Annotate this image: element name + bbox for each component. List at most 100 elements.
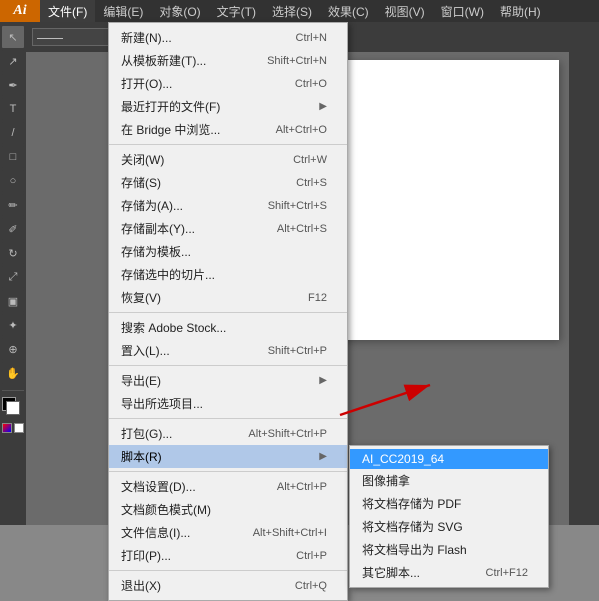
- menu-item-place[interactable]: 置入(L)... Shift+Ctrl+P: [109, 339, 347, 362]
- menu-item-package-label: 打包(G)...: [121, 425, 172, 442]
- tool-hand[interactable]: ✋: [2, 362, 24, 384]
- menu-item-save-copy-label: 存储副本(Y)...: [121, 220, 195, 237]
- menu-item-close[interactable]: 关闭(W) Ctrl+W: [109, 148, 347, 171]
- menu-item-save-shortcut: Ctrl+S: [296, 177, 327, 189]
- menu-item-save-copy-shortcut: Alt+Ctrl+S: [277, 223, 327, 235]
- menu-file[interactable]: 文件(F): [40, 0, 95, 22]
- menu-item-bridge-shortcut: Alt+Ctrl+O: [276, 124, 327, 136]
- menu-sep-1: [109, 144, 347, 145]
- submenu-item-export-flash-label: 将文档导出为 Flash: [362, 541, 467, 558]
- tool-gradient[interactable]: ▣: [2, 290, 24, 312]
- submenu-item-save-svg[interactable]: 将文档存储为 SVG: [350, 515, 548, 538]
- menu-item-revert-shortcut: F12: [308, 292, 327, 304]
- tool-line[interactable]: /: [2, 122, 24, 144]
- menu-item-save-label: 存储(S): [121, 174, 161, 191]
- tool-select[interactable]: ↖: [2, 26, 24, 48]
- menu-item-package[interactable]: 打包(G)... Alt+Shift+Ctrl+P: [109, 422, 347, 445]
- tool-zoom[interactable]: ⊕: [2, 338, 24, 360]
- tool-eyedropper[interactable]: ✦: [2, 314, 24, 336]
- menu-sep-4: [109, 418, 347, 419]
- menu-item-exit-label: 退出(X): [121, 577, 161, 594]
- right-panel: [569, 22, 599, 525]
- menu-item-export-selected[interactable]: 导出所选项目...: [109, 392, 347, 415]
- menu-help[interactable]: 帮助(H): [492, 0, 549, 22]
- menu-item-doc-settings[interactable]: 文档设置(D)... Alt+Ctrl+P: [109, 475, 347, 498]
- color-icon[interactable]: [2, 423, 12, 433]
- menu-item-recent-label: 最近打开的文件(F): [121, 98, 220, 115]
- tool-rotate[interactable]: ↻: [2, 242, 24, 264]
- menu-sep-2: [109, 312, 347, 313]
- tool-ellipse[interactable]: ○: [2, 170, 24, 192]
- tool-pencil[interactable]: ✐: [2, 218, 24, 240]
- menu-item-place-shortcut: Shift+Ctrl+P: [268, 345, 327, 357]
- tool-direct-select[interactable]: ↗: [2, 50, 24, 72]
- menu-item-new-template-label: 从模板新建(T)...: [121, 52, 206, 69]
- menu-item-bridge[interactable]: 在 Bridge 中浏览... Alt+Ctrl+O: [109, 118, 347, 141]
- menu-item-recent[interactable]: 最近打开的文件(F) ▶: [109, 95, 347, 118]
- file-menu-dropdown: 新建(N)... Ctrl+N 从模板新建(T)... Shift+Ctrl+N…: [108, 22, 348, 601]
- menu-item-save-copy[interactable]: 存储副本(Y)... Alt+Ctrl+S: [109, 217, 347, 240]
- tool-brush[interactable]: ✏: [2, 194, 24, 216]
- tool-rect[interactable]: □: [2, 146, 24, 168]
- submenu-item-save-svg-label: 将文档存储为 SVG: [362, 518, 463, 535]
- submenu-item-other[interactable]: 其它脚本... Ctrl+F12: [350, 561, 548, 584]
- menu-select[interactable]: 选择(S): [264, 0, 320, 22]
- drawing-canvas: [339, 60, 559, 340]
- menu-item-save-as[interactable]: 存储为(A)... Shift+Ctrl+S: [109, 194, 347, 217]
- menu-item-search-stock[interactable]: 搜索 Adobe Stock...: [109, 316, 347, 339]
- line-style-select[interactable]: ——: [32, 28, 112, 46]
- menu-object[interactable]: 对象(O): [151, 0, 208, 22]
- menu-item-export[interactable]: 导出(E) ▶: [109, 369, 347, 392]
- menu-item-new-template[interactable]: 从模板新建(T)... Shift+Ctrl+N: [109, 49, 347, 72]
- submenu-item-image-capture-label: 图像捕拿: [362, 472, 410, 489]
- menu-effect[interactable]: 效果(C): [320, 0, 377, 22]
- menu-item-save-as-shortcut: Shift+Ctrl+S: [268, 200, 327, 212]
- menu-item-open-shortcut: Ctrl+O: [295, 78, 327, 90]
- menu-item-save-template-label: 存储为模板...: [121, 243, 191, 260]
- submenu-item-save-pdf[interactable]: 将文档存储为 PDF: [350, 492, 548, 515]
- menu-item-color-mode[interactable]: 文档颜色模式(M): [109, 498, 347, 521]
- stroke-swatch[interactable]: [6, 401, 20, 415]
- tool-pen[interactable]: ✒: [2, 74, 24, 96]
- menu-item-save-slices-label: 存储选中的切片...: [121, 266, 215, 283]
- menu-item-new-shortcut: Ctrl+N: [296, 32, 327, 44]
- menu-item-exit-shortcut: Ctrl+Q: [295, 580, 327, 592]
- menu-item-open[interactable]: 打开(O)... Ctrl+O: [109, 72, 347, 95]
- menu-sep-3: [109, 365, 347, 366]
- menu-sep-5: [109, 471, 347, 472]
- menu-item-save[interactable]: 存储(S) Ctrl+S: [109, 171, 347, 194]
- submenu-item-other-shortcut: Ctrl+F12: [486, 567, 529, 579]
- menu-item-place-label: 置入(L)...: [121, 342, 170, 359]
- menu-item-print-label: 打印(P)...: [121, 547, 171, 564]
- menu-item-print[interactable]: 打印(P)... Ctrl+P: [109, 544, 347, 567]
- submenu-item-export-flash[interactable]: 将文档导出为 Flash: [350, 538, 548, 561]
- menu-edit[interactable]: 编辑(E): [95, 0, 151, 22]
- submenu-item-other-label: 其它脚本...: [362, 564, 420, 581]
- menu-item-close-label: 关闭(W): [121, 151, 164, 168]
- menu-item-save-slices[interactable]: 存储选中的切片...: [109, 263, 347, 286]
- tool-text[interactable]: T: [2, 98, 24, 120]
- menu-sep-6: [109, 570, 347, 571]
- menu-item-exit[interactable]: 退出(X) Ctrl+Q: [109, 574, 347, 597]
- menu-item-revert[interactable]: 恢复(V) F12: [109, 286, 347, 309]
- export-arrow-icon: ▶: [319, 375, 327, 386]
- submenu-item-ai-cc2019-label: AI_CC2019_64: [362, 452, 444, 466]
- menu-view[interactable]: 视图(V): [377, 0, 433, 22]
- app-logo: Ai: [0, 0, 40, 22]
- menu-item-close-shortcut: Ctrl+W: [293, 154, 327, 166]
- menu-item-save-template[interactable]: 存储为模板...: [109, 240, 347, 263]
- menu-item-new[interactable]: 新建(N)... Ctrl+N: [109, 26, 347, 49]
- menu-item-scripts-label: 脚本(R): [121, 448, 162, 465]
- menu-item-export-label: 导出(E): [121, 372, 161, 389]
- submenu-item-ai-cc2019[interactable]: AI_CC2019_64: [350, 449, 548, 469]
- menu-item-file-info[interactable]: 文件信息(I)... Alt+Shift+Ctrl+I: [109, 521, 347, 544]
- menu-text[interactable]: 文字(T): [209, 0, 264, 22]
- menu-item-scripts[interactable]: 脚本(R) ▶ AI_CC2019_64 图像捕拿 将文档存储为 PDF 将文档…: [109, 445, 347, 468]
- tool-scale[interactable]: ⤢: [2, 266, 24, 288]
- menubar: Ai 文件(F) 编辑(E) 对象(O) 文字(T) 选择(S) 效果(C) 视…: [0, 0, 599, 22]
- no-color-icon[interactable]: [14, 423, 24, 433]
- submenu-item-image-capture[interactable]: 图像捕拿: [350, 469, 548, 492]
- menu-item-new-label: 新建(N)...: [121, 29, 172, 46]
- menu-window[interactable]: 窗口(W): [433, 0, 492, 22]
- menu-item-open-label: 打开(O)...: [121, 75, 172, 92]
